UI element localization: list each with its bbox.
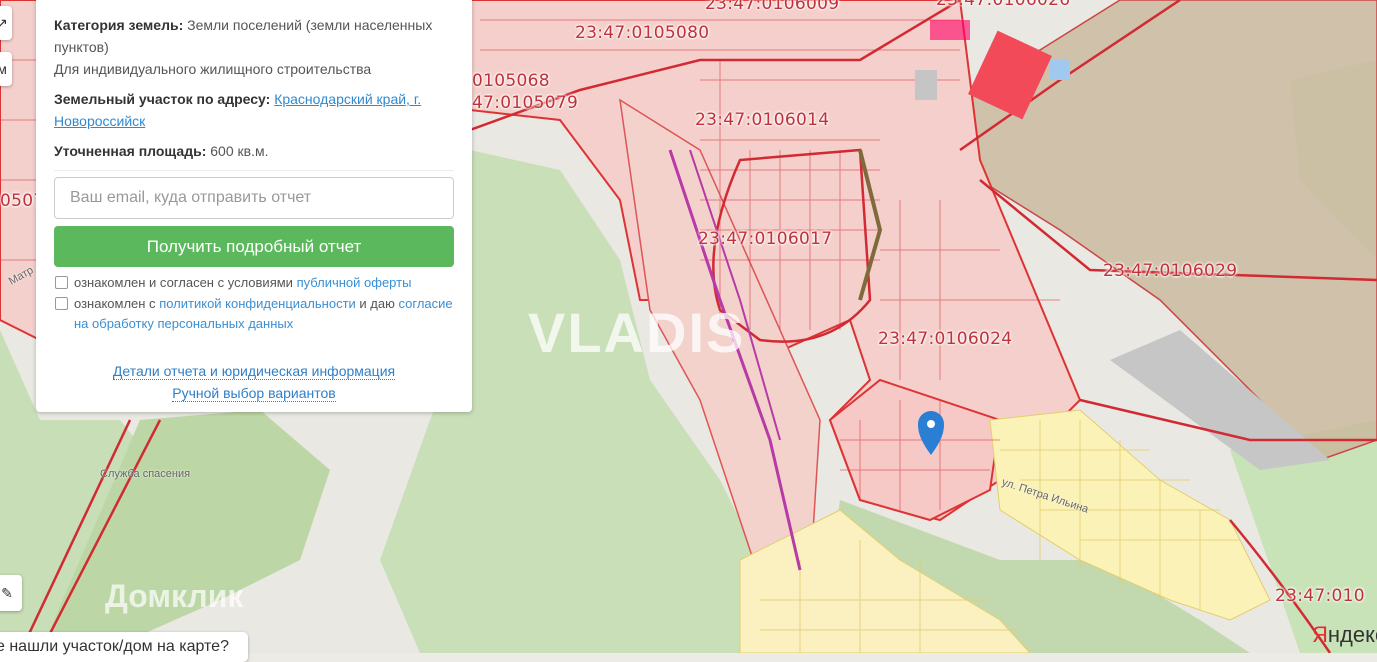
- domclick-watermark: Домклик: [105, 578, 244, 614]
- not-found-text: е нашли участок/дом на карте?: [0, 638, 229, 655]
- parcel-label: 23:47:0106026: [936, 0, 1071, 10]
- consent1-text: ознакомлен и согласен с условиями: [74, 275, 293, 290]
- offer-consent: ознакомлен и согласен с условиями публич…: [54, 273, 454, 293]
- public-offer-link[interactable]: публичной оферты: [297, 275, 412, 290]
- layer-icon: м: [0, 61, 7, 77]
- email-input[interactable]: [54, 177, 454, 219]
- parcel-label: 23:47:0105080: [575, 23, 710, 43]
- panel-links: Детали отчета и юридическая информация Р…: [36, 360, 472, 404]
- parcel-area: Уточненная площадь: 600 кв.м.: [54, 140, 454, 162]
- parcel-label: 23:47:0106024: [878, 329, 1013, 349]
- ruler-icon: ✎: [1, 584, 13, 601]
- layer-button[interactable]: м: [0, 52, 12, 86]
- get-report-button[interactable]: Получить подробный отчет: [54, 226, 454, 267]
- expand-icon: ↗: [0, 14, 8, 31]
- consent2-mid: и даю: [359, 296, 395, 311]
- parcel-address: Земельный участок по адресу: Краснодарск…: [54, 88, 454, 132]
- address-label: Земельный участок по адресу:: [54, 91, 271, 107]
- category-label: Категория земель:: [54, 17, 184, 33]
- parcel-info-panel: Категория земель: Земли поселений (земли…: [36, 0, 472, 412]
- land-use-value: Для индивидуального жилищного строительс…: [54, 61, 372, 77]
- parcel-label: 23:47:0106029: [1103, 261, 1238, 281]
- land-category: Категория земель: Земли поселений (земли…: [54, 14, 454, 80]
- street-label: Служба спасения: [100, 468, 191, 480]
- area-label: Уточненная площадь:: [54, 143, 207, 159]
- area-value: 600 кв.м.: [210, 143, 269, 159]
- parcel-label: 47:0105079: [472, 93, 579, 113]
- vladis-watermark: VLADIS: [528, 301, 746, 364]
- parcel-label: 23:47:0106009: [705, 0, 840, 14]
- fullscreen-button[interactable]: ↗: [0, 6, 12, 40]
- privacy-consent: ознакомлен с политикой конфиденциальност…: [54, 294, 454, 334]
- consent2-text: ознакомлен с: [74, 296, 156, 311]
- report-details-link[interactable]: Детали отчета и юридическая информация: [112, 363, 396, 380]
- parcel-label: 0105068: [472, 71, 550, 91]
- privacy-checkbox[interactable]: [55, 297, 68, 310]
- offer-checkbox[interactable]: [55, 276, 68, 289]
- parcel-label: 23:47:0106014: [695, 110, 830, 130]
- yandex-logo: Яндекс: [1312, 622, 1377, 647]
- privacy-policy-link[interactable]: политикой конфиденциальности: [159, 296, 356, 311]
- manual-selection-link[interactable]: Ручной выбор вариантов: [172, 385, 336, 402]
- parcel-label: 23:47:0106017: [698, 229, 833, 249]
- parcel-label: 23:47:010: [1275, 586, 1365, 606]
- divider: [54, 170, 454, 171]
- ruler-button[interactable]: ✎: [0, 575, 22, 611]
- not-found-prompt[interactable]: е нашли участок/дом на карте?: [0, 632, 248, 662]
